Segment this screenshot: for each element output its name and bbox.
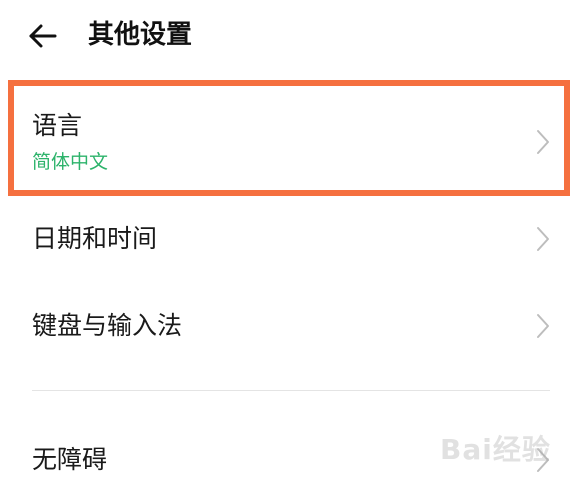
page-title: 其他设置 <box>88 20 193 50</box>
chevron-right-icon <box>534 225 552 253</box>
settings-item-date-time[interactable]: 日期和时间 <box>0 196 578 284</box>
settings-item-label: 日期和时间 <box>32 224 158 253</box>
section-divider <box>32 390 550 391</box>
settings-item-label: 无障碍 <box>32 445 108 474</box>
settings-item-label: 键盘与输入法 <box>32 311 183 340</box>
chevron-right-icon <box>534 128 552 156</box>
watermark: Bai经验 <box>440 433 551 466</box>
back-button[interactable] <box>22 16 62 56</box>
chevron-right-icon <box>534 312 552 340</box>
settings-item-keyboard-input[interactable]: 键盘与输入法 <box>0 284 578 372</box>
header-bar: 其他设置 <box>0 0 578 72</box>
settings-item-value: 简体中文 <box>32 151 109 173</box>
settings-item-language[interactable]: 语言 简体中文 <box>0 80 578 196</box>
settings-item-label: 语言 <box>32 111 83 140</box>
arrow-left-icon <box>29 24 57 48</box>
